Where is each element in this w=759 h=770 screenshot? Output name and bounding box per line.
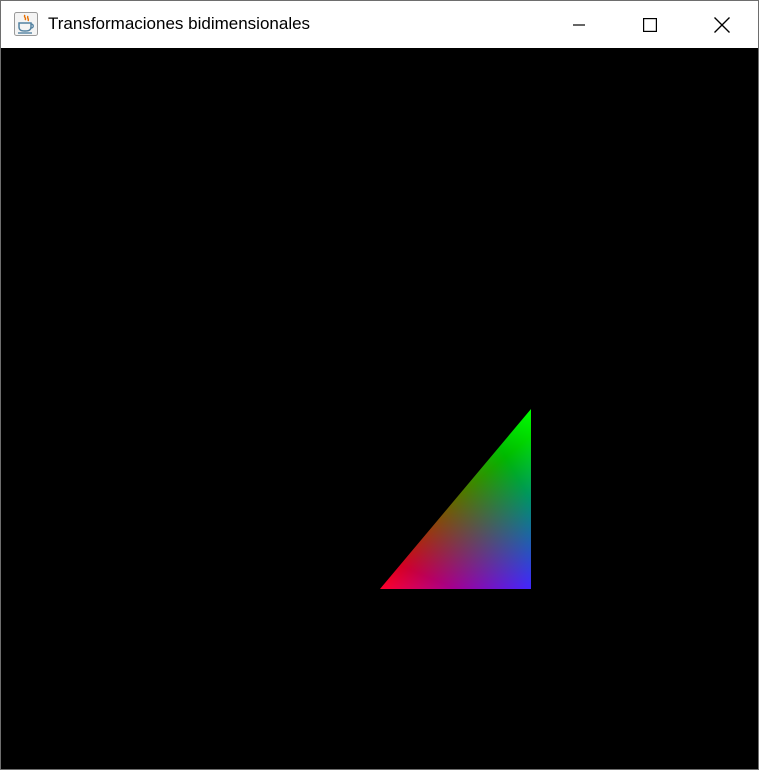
canvas-svg — [380, 409, 531, 589]
app-window: Transformaciones bidimensionales — [0, 0, 759, 770]
rgb-triangle — [380, 409, 531, 589]
minimize-icon — [571, 17, 587, 33]
minimize-button[interactable] — [543, 1, 615, 48]
close-button[interactable] — [686, 1, 758, 48]
close-icon — [713, 16, 731, 34]
maximize-button[interactable] — [614, 1, 686, 48]
window-title: Transformaciones bidimensionales — [48, 14, 311, 33]
title-bar[interactable]: Transformaciones bidimensionales — [1, 1, 758, 48]
java-coffee-cup-icon[interactable] — [14, 12, 38, 36]
maximize-icon — [642, 17, 658, 33]
drawing-canvas[interactable] — [1, 48, 758, 769]
